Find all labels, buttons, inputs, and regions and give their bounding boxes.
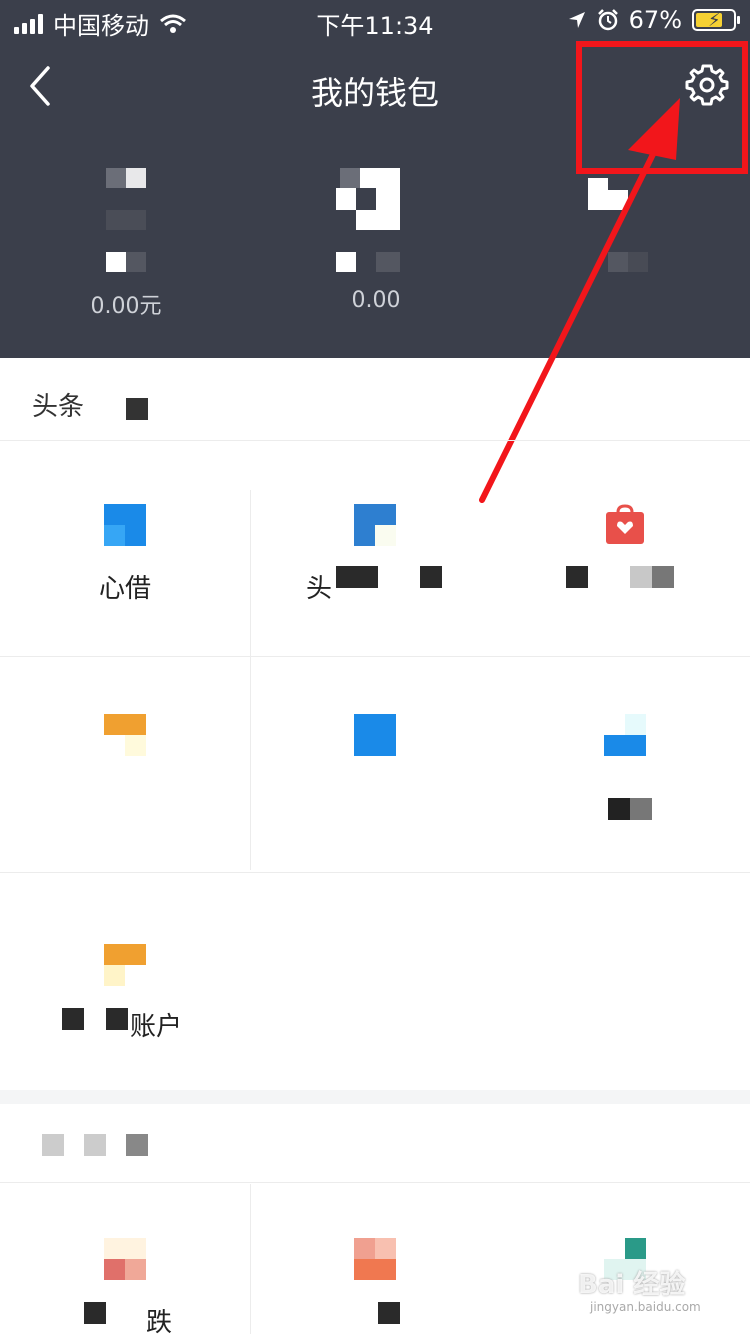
highlight-box	[576, 41, 748, 174]
grid-item-5[interactable]	[250, 658, 500, 872]
blue-card-icon	[604, 714, 646, 756]
balance-block-2[interactable]: 0.00	[276, 160, 476, 320]
mosaic-block	[630, 798, 652, 820]
mosaic-block	[84, 1302, 106, 1324]
mosaic-block	[126, 398, 148, 420]
watermark-url: jingyan.baidu.com	[590, 1300, 701, 1314]
mosaic-block	[652, 566, 674, 588]
battery-percent: 67%	[628, 6, 682, 34]
grid-item-4[interactable]	[0, 658, 250, 872]
section-divider-2	[0, 1182, 750, 1183]
mosaic-block	[126, 1134, 148, 1156]
section-gap	[0, 1090, 750, 1104]
blue-square-icon	[354, 714, 396, 756]
watermark-logo: Bai 经验	[578, 1270, 686, 1300]
grid-item-7[interactable]: 账户	[0, 874, 250, 1088]
shopping-bag-icon	[606, 504, 644, 544]
mosaic-block	[106, 1008, 128, 1030]
orange-red-icon	[354, 1238, 396, 1280]
mosaic-block	[608, 798, 630, 820]
grid-item-2[interactable]: 头	[250, 442, 500, 656]
grid-divider-row2	[0, 872, 750, 873]
mosaic-block	[42, 1134, 64, 1156]
grid-item-label: 心借	[98, 574, 151, 604]
balance-block-1[interactable]: 0.00元	[26, 160, 226, 320]
red-square-icon	[104, 1238, 146, 1280]
mosaic-block	[62, 1008, 84, 1030]
mosaic-block	[420, 566, 442, 588]
grid-item-3[interactable]	[500, 442, 750, 656]
mosaic-block	[630, 566, 652, 588]
blue-flag-icon	[354, 504, 396, 546]
orange-square-icon	[104, 944, 146, 986]
grid-divider-row1	[0, 656, 750, 657]
mosaic-block	[84, 1134, 106, 1156]
grid2-item-2[interactable]	[250, 1184, 500, 1334]
section-divider-1	[0, 440, 750, 441]
grid-item-label: 跌	[146, 1308, 173, 1334]
balance-amount-2: 0.00	[351, 288, 401, 313]
blue-square-icon	[104, 504, 146, 546]
grid-item-1[interactable]: 心借	[0, 442, 250, 656]
grid2-item-1[interactable]: 跌	[0, 1184, 250, 1334]
orange-square-icon	[104, 714, 146, 756]
balance-amount-1: 0.00元	[90, 294, 162, 319]
mosaic-block	[566, 566, 588, 588]
grid-item-label: 账户	[130, 1012, 183, 1042]
status-right: 67% ⚡	[567, 6, 740, 34]
mosaic-block	[378, 1302, 400, 1324]
section-title-1: 头条	[32, 392, 85, 422]
status-bar: 中国移动 下午11:34 67% ⚡	[0, 0, 750, 40]
mosaic-block	[336, 566, 378, 588]
battery-icon: ⚡	[692, 9, 740, 31]
grid-item-6[interactable]	[500, 658, 750, 872]
location-icon	[568, 12, 585, 28]
balance-block-3[interactable]	[526, 160, 726, 320]
alarm-icon	[597, 9, 618, 31]
